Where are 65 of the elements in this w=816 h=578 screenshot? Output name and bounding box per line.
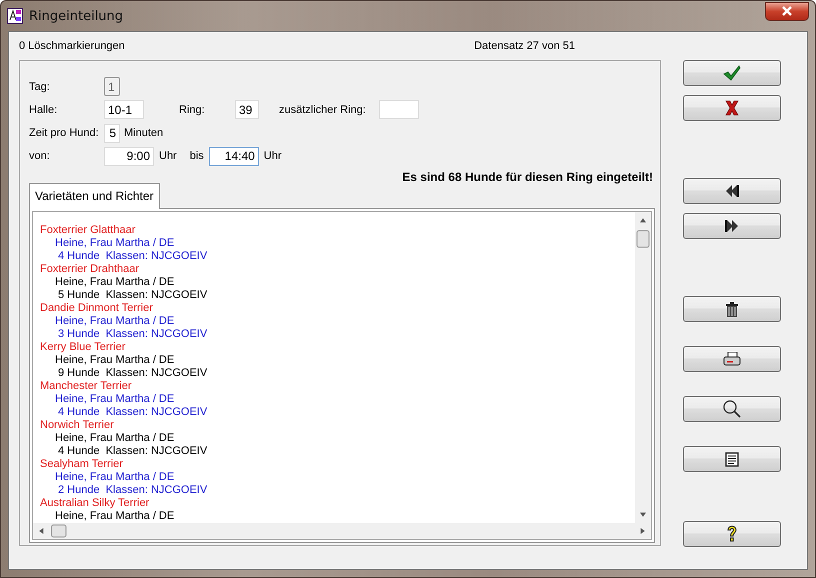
report-button[interactable]: [683, 446, 781, 472]
dog-count: 3 Hunde Klassen: NJCGOEIV: [57, 328, 208, 341]
delete-button[interactable]: [683, 296, 781, 322]
ring-field[interactable]: 39: [235, 100, 259, 120]
judge-name: Heine, Frau Martha / DE: [54, 315, 176, 328]
breed-name: Sealyham Terrier: [40, 458, 124, 471]
ok-button[interactable]: [683, 60, 781, 86]
breed-name: Dandie Dinmont Terrier: [40, 302, 154, 315]
trash-icon: [726, 302, 738, 316]
from-time-field[interactable]: 9:00: [104, 146, 154, 166]
from-unit-label: Uhr: [159, 150, 177, 162]
document-icon: [725, 452, 739, 466]
judge-name: Heine, Frau Martha / DE: [54, 354, 176, 367]
cancel-button[interactable]: [683, 95, 781, 121]
hall-field[interactable]: 10-1: [104, 100, 144, 120]
breed-name: Manchester Terrier: [40, 380, 132, 393]
close-button[interactable]: [765, 2, 809, 20]
hall-label: Halle:: [29, 104, 58, 116]
judge-name: Heine, Frau Martha / DE: [54, 471, 176, 484]
deletion-marks-label: 0 Löschmarkierungen: [19, 40, 125, 54]
dog-count: 4 Hunde Klassen: NJCGOEIV: [57, 250, 208, 263]
extra-ring-label: zusätzlicher Ring:: [279, 104, 367, 116]
minutes-label: Minuten: [124, 127, 164, 140]
help-button[interactable]: [683, 521, 781, 547]
assignment-message: Es sind 68 Hunde für diesen Ring eingeteilt!: [401, 170, 654, 184]
checkmark-icon: [723, 65, 741, 81]
breed-name: Foxterrier Drahthaar: [40, 263, 140, 276]
question-mark-icon: [726, 525, 738, 543]
extra-ring-field[interactable]: [379, 100, 419, 120]
to-time-field[interactable]: 14:40: [208, 146, 259, 166]
dog-count: 2 Hunde Klassen: NJCGOEIV: [57, 484, 208, 497]
judge-name: Heine, Frau Martha / DE: [54, 393, 176, 406]
dog-count: 4 Hunde Klassen: NJCGOEIV: [57, 406, 208, 419]
app-icon: [7, 8, 23, 24]
first-button[interactable]: [683, 178, 781, 204]
judge-name: Heine, Frau Martha / DE: [54, 510, 176, 523]
dog-count: 9 Hunde Klassen: NJCGOEIV: [57, 367, 208, 380]
search-icon: [723, 400, 741, 418]
to-unit-label: Uhr: [264, 150, 282, 162]
print-button[interactable]: [683, 346, 781, 372]
close-icon: [781, 6, 793, 16]
from-label: von:: [29, 150, 51, 162]
breed-name: Australian Silky Terrier: [40, 497, 150, 510]
ring-label: Ring:: [179, 104, 206, 116]
judge-name: Heine, Frau Martha / DE: [54, 432, 176, 445]
time-per-dog-field[interactable]: 5: [104, 124, 120, 143]
rewind-icon: [725, 185, 739, 197]
cross-icon: [725, 100, 739, 116]
breed-name: Norwich Terrier: [40, 419, 115, 432]
search-button[interactable]: [683, 396, 781, 422]
fast-forward-icon: [725, 220, 739, 232]
last-button[interactable]: [683, 213, 781, 239]
record-counter: Datensatz 27 von 51: [474, 40, 575, 54]
tab[interactable]: Varietäten und Richter: [29, 183, 160, 209]
to-label: bis: [190, 150, 204, 162]
time-per-dog-label: Zeit pro Hund:: [29, 127, 100, 140]
breed-name: Kerry Blue Terrier: [40, 341, 126, 354]
dog-count: 4 Hunde Klassen: NJCGOEIV: [57, 445, 208, 458]
breed-name: Foxterrier Glatthaar: [40, 224, 136, 237]
day-label: Tag:: [29, 80, 51, 93]
judge-name: Heine, Frau Martha / DE: [54, 237, 176, 250]
dog-count: 5 Hunde Klassen: NJCGOEIV: [57, 289, 208, 302]
judge-name: Heine, Frau Martha / DE: [54, 276, 176, 289]
printer-icon: [723, 352, 741, 366]
window-title: Ringeinteilung: [29, 8, 124, 24]
